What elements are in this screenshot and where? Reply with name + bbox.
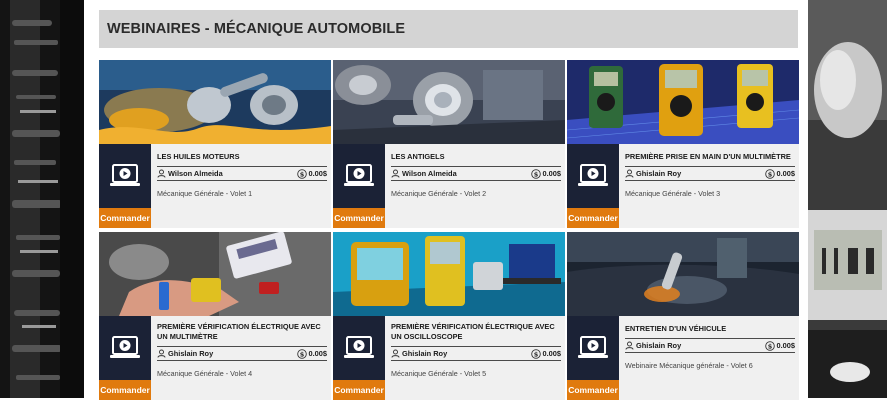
video-icon [333,144,385,208]
commander-button[interactable]: Commander [99,380,151,400]
webinar-title[interactable]: ENTRETIEN D'UN VÉHICULE [625,324,795,334]
video-icon [333,316,385,380]
webinar-title[interactable]: LES ANTIGELS [391,152,561,162]
author-name: Ghislain Roy [636,341,682,350]
webinar-description: Mécanique Générale - Volet 5 [391,369,487,378]
svg-text:$: $ [767,342,772,350]
dollar-coin-icon: $ [296,348,307,359]
dollar-coin-icon: $ [530,168,541,179]
svg-text:$: $ [299,170,304,178]
user-icon [625,169,634,178]
antifreeze-image[interactable] [333,60,565,144]
dollar-coin-icon: $ [296,168,307,179]
price: 0.00$ [308,169,328,178]
webinar-meta: Ghislain Roy $ 0.00$ [625,166,795,181]
webinar-grid: Commander LES HUILES MOTEURS Wilson Alme… [99,60,800,400]
webinar-meta: Wilson Almeida $ 0.00$ [391,166,561,181]
card-body: LES HUILES MOTEURS Wilson Almeida $ 0.00… [157,144,327,228]
price: 0.00$ [542,349,562,358]
webinar-card: Commander PREMIÈRE PRISE EN MAIN D'UN MU… [567,60,799,228]
author-name: Wilson Almeida [402,169,457,178]
commander-button[interactable]: Commander [333,208,385,228]
commander-button[interactable]: Commander [333,380,385,400]
card-body: ENTRETIEN D'UN VÉHICULE Ghislain Roy $ 0… [625,316,795,400]
webinar-card: Commander PREMIÈRE VÉRIFICATION ÉLECTRIQ… [99,232,331,400]
user-icon [391,349,400,358]
author-name: Wilson Almeida [168,169,223,178]
user-icon [391,169,400,178]
video-icon [99,144,151,208]
background-image-left [0,0,84,398]
webinar-title[interactable]: PREMIÈRE PRISE EN MAIN D'UN MULTIMÈTRE [625,152,795,162]
author-name: Ghislain Roy [168,349,214,358]
author-name: Ghislain Roy [402,349,448,358]
svg-text:$: $ [299,350,304,358]
background-image-right [808,0,887,398]
price: 0.00$ [776,169,796,178]
video-icon [567,144,619,208]
webinar-title[interactable]: PREMIÈRE VÉRIFICATION ÉLECTRIQUE AVEC UN… [157,322,327,342]
commander-button[interactable]: Commander [567,208,619,228]
page-title: WEBINAIRES - MÉCANIQUE AUTOMOBILE [107,21,406,37]
webinar-meta: Ghislain Roy $ 0.00$ [625,338,795,353]
dollar-coin-icon: $ [764,340,775,351]
video-icon [99,316,151,380]
oscilloscope-image[interactable] [333,232,565,316]
webinar-title[interactable]: LES HUILES MOTEURS [157,152,327,162]
webinar-card: Commander LES HUILES MOTEURS Wilson Alme… [99,60,331,228]
video-icon [567,316,619,380]
svg-text:$: $ [533,350,538,358]
commander-button[interactable]: Commander [99,208,151,228]
svg-text:$: $ [533,170,538,178]
card-body: PREMIÈRE VÉRIFICATION ÉLECTRIQUE AVEC UN… [157,316,327,400]
card-body: LES ANTIGELS Wilson Almeida $ 0.00$ Méca… [391,144,561,228]
multimeters-image[interactable] [567,60,799,144]
user-icon [157,349,166,358]
dollar-coin-icon: $ [530,348,541,359]
webinar-title[interactable]: PREMIÈRE VÉRIFICATION ÉLECTRIQUE AVEC UN… [391,322,561,342]
price: 0.00$ [308,349,328,358]
webinar-description: Webinaire Mécanique générale - Volet 6 [625,361,753,370]
webinar-meta: Ghislain Roy $ 0.00$ [157,346,327,361]
webinar-card: Commander PREMIÈRE VÉRIFICATION ÉLECTRIQ… [333,232,565,400]
price: 0.00$ [776,341,796,350]
webinar-meta: Ghislain Roy $ 0.00$ [391,346,561,361]
author-name: Ghislain Roy [636,169,682,178]
webinar-card: Commander LES ANTIGELS Wilson Almeida $ … [333,60,565,228]
user-icon [625,341,634,350]
webinar-description: Mécanique Générale - Volet 3 [625,189,721,198]
dollar-coin-icon: $ [764,168,775,179]
page-header: WEBINAIRES - MÉCANIQUE AUTOMOBILE [99,10,798,48]
battery-test-image[interactable] [99,232,331,316]
card-body: PREMIÈRE PRISE EN MAIN D'UN MULTIMÈTRE G… [625,144,795,228]
vehicle-maintenance-image[interactable] [567,232,799,316]
webinar-description: Mécanique Générale - Volet 2 [391,189,487,198]
webinar-card: Commander ENTRETIEN D'UN VÉHICULE Ghisla… [567,232,799,400]
webinar-meta: Wilson Almeida $ 0.00$ [157,166,327,181]
svg-text:$: $ [767,170,772,178]
commander-button[interactable]: Commander [567,380,619,400]
card-body: PREMIÈRE VÉRIFICATION ÉLECTRIQUE AVEC UN… [391,316,561,400]
user-icon [157,169,166,178]
engine-oil-image[interactable] [99,60,331,144]
webinar-description: Mécanique Générale - Volet 4 [157,369,253,378]
price: 0.00$ [542,169,562,178]
main-content: WEBINAIRES - MÉCANIQUE AUTOMOBILE Comman… [84,0,808,400]
webinar-description: Mécanique Générale - Volet 1 [157,189,253,198]
